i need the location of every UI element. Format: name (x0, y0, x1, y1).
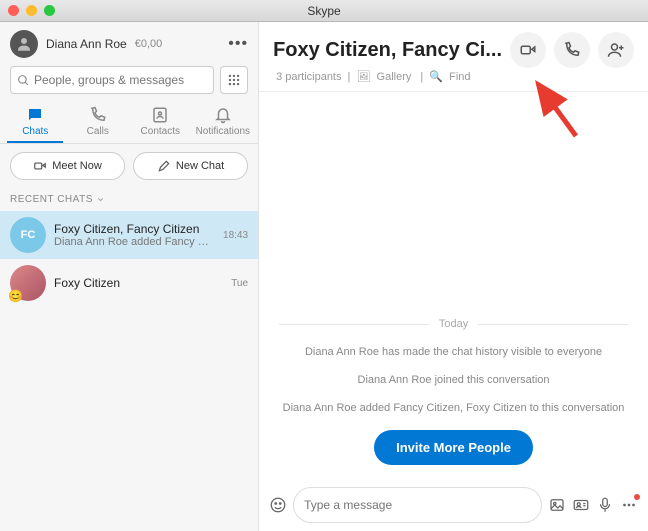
conversation-title[interactable]: Foxy Citizen, Fancy Ci... (273, 39, 502, 62)
tab-chats[interactable]: Chats (7, 106, 63, 143)
video-call-button[interactable] (510, 32, 546, 68)
bell-icon (214, 106, 232, 124)
chat-title: Foxy Citizen, Fancy Citizen (54, 222, 215, 236)
find-link[interactable]: 🔍 Find (426, 71, 476, 83)
chat-item[interactable]: Foxy Citizen Tue (0, 259, 258, 307)
profile-row[interactable]: Diana Ann Roe €0,00 ••• (0, 22, 258, 66)
chat-icon (26, 106, 44, 124)
video-icon (519, 41, 537, 59)
microphone-icon (596, 496, 614, 514)
tab-notifications[interactable]: Notifications (195, 106, 251, 137)
date-divider: Today (279, 318, 628, 330)
chat-avatar (10, 265, 46, 301)
sidebar: Diana Ann Roe €0,00 ••• Chats Calls (0, 22, 259, 531)
new-chat-button[interactable]: New Chat (133, 152, 248, 180)
system-message: Diana Ann Roe has made the chat history … (305, 346, 602, 358)
message-area: Today Diana Ann Roe has made the chat hi… (259, 92, 648, 479)
image-icon (548, 496, 566, 514)
mac-titlebar: Skype (0, 0, 648, 22)
search-field[interactable] (34, 73, 207, 87)
gallery-link[interactable]: 🖼 Gallery (353, 71, 417, 83)
add-person-icon (607, 41, 625, 59)
message-field[interactable] (304, 498, 531, 512)
conversation-header: Foxy Citizen, Fancy Ci... 3 participants… (259, 22, 648, 92)
profile-name: Diana Ann Roe (46, 37, 127, 51)
conversation-subheader: 3 participants | 🖼 Gallery | 🔍 Find (273, 70, 634, 83)
chat-subtitle: Diana Ann Roe added Fancy … (54, 236, 215, 248)
contact-card-button[interactable] (572, 496, 590, 514)
balance: €0,00 (135, 38, 163, 50)
nav-tabs: Chats Calls Contacts Notifications (0, 100, 258, 144)
chat-title: Foxy Citizen (54, 276, 223, 290)
chat-time: 18:43 (223, 230, 248, 241)
audio-call-button[interactable] (554, 32, 590, 68)
add-participant-button[interactable] (598, 32, 634, 68)
more-icon (620, 496, 638, 514)
dialpad-button[interactable] (220, 66, 248, 94)
smile-icon (269, 496, 287, 514)
search-icon (17, 74, 30, 87)
tab-calls[interactable]: Calls (70, 106, 126, 137)
chat-item[interactable]: FC Foxy Citizen, Fancy Citizen Diana Ann… (0, 211, 258, 259)
search-input[interactable] (10, 66, 214, 94)
conversation-pane: Foxy Citizen, Fancy Ci... 3 participants… (259, 22, 648, 531)
emoji-button[interactable] (269, 496, 287, 514)
invite-more-people-button[interactable]: Invite More People (374, 430, 533, 465)
system-message: Diana Ann Roe added Fancy Citizen, Foxy … (283, 402, 625, 414)
recent-chats-header[interactable]: RECENT CHATS (0, 188, 258, 211)
edit-icon (157, 159, 171, 173)
card-icon (572, 496, 590, 514)
voice-message-button[interactable] (596, 496, 614, 514)
system-message: Diana Ann Roe joined this conversation (358, 374, 550, 386)
tab-contacts[interactable]: Contacts (132, 106, 188, 137)
window-title: Skype (0, 4, 648, 18)
chevron-down-icon (96, 195, 105, 204)
phone-icon (563, 41, 581, 59)
contacts-icon (151, 106, 169, 124)
chat-avatar: FC (10, 217, 46, 253)
dialpad-icon (227, 73, 241, 87)
composer (259, 479, 648, 531)
attach-media-button[interactable] (548, 496, 566, 514)
avatar (10, 30, 38, 58)
message-input[interactable] (293, 487, 542, 523)
meet-now-button[interactable]: Meet Now (10, 152, 125, 180)
more-icon[interactable]: ••• (228, 35, 248, 53)
phone-icon (89, 106, 107, 124)
more-options-button[interactable] (620, 496, 638, 514)
video-icon (33, 159, 47, 173)
chat-time: Tue (231, 278, 248, 289)
